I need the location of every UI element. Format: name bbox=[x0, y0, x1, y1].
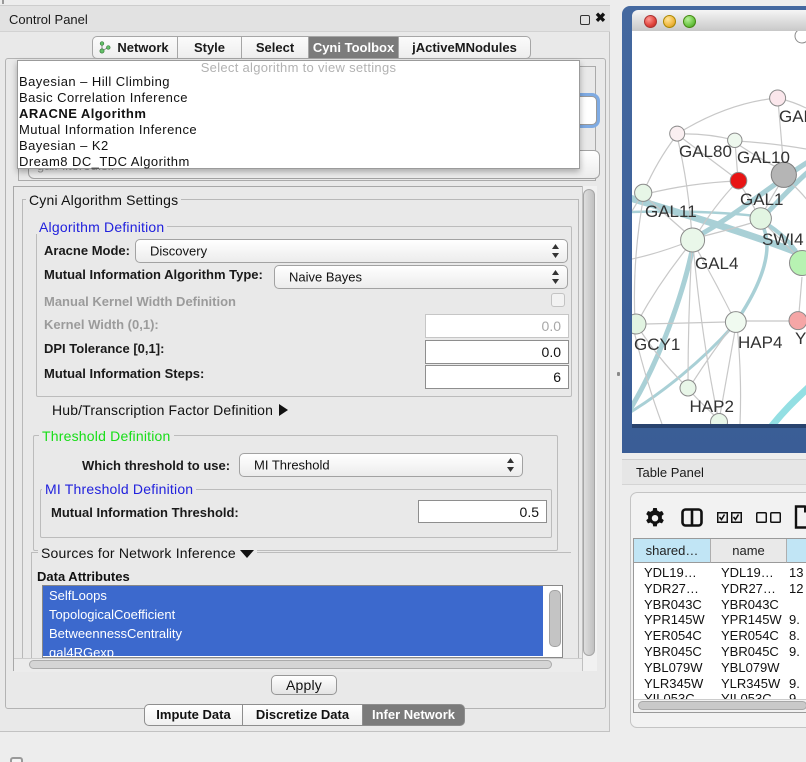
svg-text:YM: YM bbox=[795, 329, 806, 348]
svg-text:GAL1: GAL1 bbox=[740, 190, 783, 209]
svg-text:SWI4: SWI4 bbox=[762, 230, 804, 249]
svg-text:HAP2: HAP2 bbox=[690, 397, 734, 416]
svg-text:GAL80: GAL80 bbox=[679, 142, 732, 161]
svg-text:GAL2: GAL2 bbox=[779, 107, 806, 126]
svg-text:GAL4: GAL4 bbox=[695, 254, 738, 273]
svg-text:HAP4: HAP4 bbox=[738, 333, 782, 352]
svg-text:GCY1: GCY1 bbox=[634, 335, 680, 354]
svg-text:GAL10: GAL10 bbox=[737, 148, 790, 167]
svg-text:GAL11: GAL11 bbox=[645, 202, 697, 221]
